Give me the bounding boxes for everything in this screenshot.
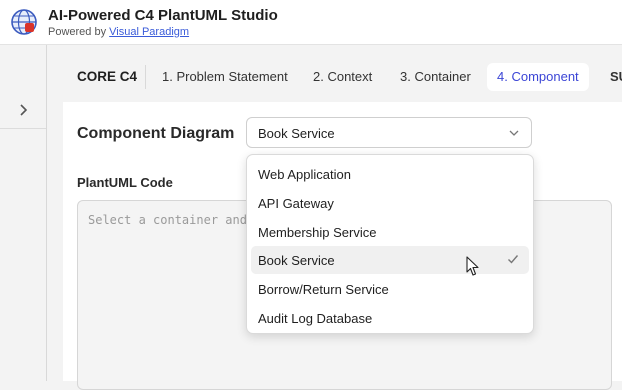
chevron-right-icon[interactable]: [13, 100, 33, 120]
sidebar: [0, 45, 47, 381]
tab-summary[interactable]: SU: [600, 63, 622, 91]
tab-separator: [145, 65, 146, 89]
code-label: PlantUML Code: [77, 175, 173, 190]
visual-paradigm-link[interactable]: Visual Paradigm: [109, 26, 189, 38]
mouse-cursor-icon: [466, 256, 479, 276]
dropdown-menu: Web Application API Gateway Membership S…: [246, 154, 534, 334]
tab-component[interactable]: 4. Component: [487, 63, 589, 91]
option-audit-log-database[interactable]: Audit Log Database: [251, 304, 529, 332]
app-header: AI-Powered C4 PlantUML Studio Powered by…: [0, 0, 622, 45]
option-label: Book Service: [258, 253, 335, 268]
tab-context[interactable]: 2. Context: [303, 63, 382, 91]
option-label: API Gateway: [258, 196, 334, 211]
page-title: Component Diagram: [77, 125, 235, 142]
option-web-application[interactable]: Web Application: [251, 160, 529, 188]
option-borrow-return-service[interactable]: Borrow/Return Service: [251, 275, 529, 303]
tab-problem-statement[interactable]: 1. Problem Statement: [152, 63, 298, 91]
powered-by: Powered by Visual Paradigm: [48, 26, 189, 38]
chevron-down-icon: [509, 130, 519, 136]
option-label: Borrow/Return Service: [258, 282, 389, 297]
sidebar-divider: [0, 128, 46, 129]
option-api-gateway[interactable]: API Gateway: [251, 189, 529, 217]
code-placeholder: Select a container and: [88, 213, 247, 227]
powered-by-prefix: Powered by: [48, 26, 107, 38]
select-value: Book Service: [258, 126, 335, 141]
option-book-service[interactable]: Book Service: [251, 246, 529, 274]
app-title: AI-Powered C4 PlantUML Studio: [48, 7, 278, 24]
option-label: Web Application: [258, 167, 351, 182]
option-label: Membership Service: [258, 225, 377, 240]
globe-logo-icon: [11, 9, 37, 35]
option-label: Audit Log Database: [258, 311, 373, 326]
tab-bar: CORE C4 1. Problem Statement 2. Context …: [62, 57, 622, 97]
tab-core-c4[interactable]: CORE C4: [67, 63, 147, 91]
tab-container[interactable]: 3. Container: [390, 63, 481, 91]
container-select[interactable]: Book Service: [246, 117, 532, 148]
check-icon: [508, 255, 519, 264]
option-membership-service[interactable]: Membership Service: [251, 218, 529, 246]
